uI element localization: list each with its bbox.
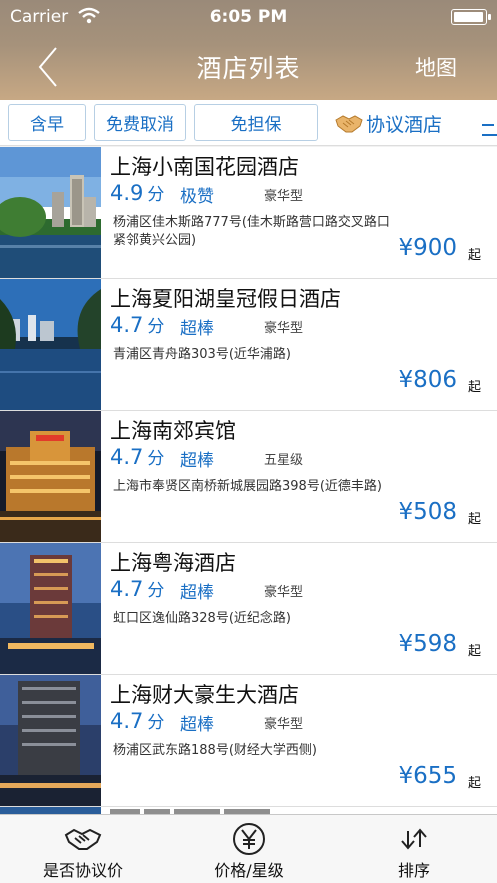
rating-label: 超棒 xyxy=(180,583,214,603)
yen-circle-icon xyxy=(233,823,265,855)
hotel-score: 4.7 分 xyxy=(110,576,164,601)
filter-no-guarantee-chip[interactable]: 免担保 xyxy=(194,104,318,141)
hotel-name: 上海小南国花园酒店 xyxy=(110,155,299,179)
agreement-hotel-tab[interactable]: 协议酒店 xyxy=(334,108,442,138)
hotel-photo xyxy=(0,147,101,278)
tab-sort[interactable]: 排序 xyxy=(331,815,497,883)
tab-agreement-price[interactable]: 是否协议价 xyxy=(0,815,166,883)
price-from-label: 起 xyxy=(467,248,481,263)
hotel-level: 豪华型 xyxy=(264,585,304,600)
score-unit: 分 xyxy=(147,581,165,601)
bottom-tab-bar: 是否协议价 价格/星级 排序 xyxy=(0,814,497,883)
map-button[interactable]: 地图 xyxy=(415,52,457,82)
hotel-price: ¥598 xyxy=(398,631,457,657)
hotel-photo xyxy=(0,279,101,410)
hotel-row[interactable]: 上海夏阳湖皇冠假日酒店 4.7 分 超棒 豪华型 青浦区青舟路303号(近华浦路)… xyxy=(0,279,497,411)
score-value: 4.9 xyxy=(110,181,144,205)
score-value: 4.7 xyxy=(110,445,144,469)
sort-arrows-icon xyxy=(401,828,427,850)
hotel-list: 上海小南国花园酒店 4.9 分 极赞 豪华型 杨浦区佳木斯路777号(佳木斯路营口… xyxy=(0,147,497,814)
hotel-name: 上海财大豪生大酒店 xyxy=(110,683,299,707)
hotel-level: 五星级 xyxy=(264,453,304,468)
hotel-address: 青浦区青舟路303号(近华浦路) xyxy=(113,347,291,362)
score-unit: 分 xyxy=(147,317,165,337)
hotel-row[interactable]: 上海小南国花园酒店 4.9 分 极赞 豪华型 杨浦区佳木斯路777号(佳木斯路营口… xyxy=(0,147,497,279)
hotel-photo xyxy=(0,411,101,542)
score-value: 4.7 xyxy=(110,313,144,337)
hotel-level: 豪华型 xyxy=(264,717,304,732)
hotel-name: 上海粤海酒店 xyxy=(110,551,236,575)
hotel-photo xyxy=(0,543,101,674)
tab-price-star[interactable]: 价格/星级 xyxy=(166,815,332,883)
hotel-address: 上海市奉贤区南桥新城展园路398号(近德丰路) xyxy=(113,479,382,494)
hotel-score: 4.7 分 xyxy=(110,444,164,469)
hotel-row-partial[interactable] xyxy=(0,807,497,814)
score-value: 4.7 xyxy=(110,577,144,601)
hotel-row[interactable]: 上海财大豪生大酒店 4.7 分 超棒 豪华型 杨浦区武东路188号(财经大学西侧)… xyxy=(0,675,497,807)
hotel-name: 上海夏阳湖皇冠假日酒店 xyxy=(110,287,341,311)
handshake-icon xyxy=(335,115,363,133)
score-value: 4.7 xyxy=(110,709,144,733)
tab-label: 是否协议价 xyxy=(42,861,123,880)
price-from-label: 起 xyxy=(467,512,481,527)
more-filter-peek[interactable] xyxy=(482,112,497,136)
rating-label: 极赞 xyxy=(180,187,214,207)
hotel-score: 4.7 分 xyxy=(110,312,164,337)
hotel-score: 4.7 分 xyxy=(110,708,164,733)
filter-breakfast-chip[interactable]: 含早 xyxy=(8,104,86,141)
hotel-level: 豪华型 xyxy=(264,321,304,336)
hotel-price: ¥900 xyxy=(398,235,457,261)
hotel-price: ¥655 xyxy=(398,763,457,789)
tab-label: 排序 xyxy=(397,861,430,880)
hotel-price: ¥806 xyxy=(398,367,457,393)
filter-free-cancel-chip[interactable]: 免费取消 xyxy=(94,104,186,141)
price-from-label: 起 xyxy=(467,644,481,659)
status-bar: Carrier 6:05 PM xyxy=(0,0,497,34)
rating-label: 超棒 xyxy=(180,451,214,471)
score-unit: 分 xyxy=(147,185,165,205)
hotel-score: 4.9 分 xyxy=(110,180,164,205)
hotel-address: 杨浦区武东路188号(财经大学西侧) xyxy=(113,743,317,758)
score-unit: 分 xyxy=(147,449,165,469)
handshake-icon xyxy=(64,828,102,850)
price-from-label: 起 xyxy=(467,380,481,395)
hotel-photo xyxy=(0,675,101,806)
hotel-row[interactable]: 上海南郊宾馆 4.7 分 超棒 五星级 上海市奉贤区南桥新城展园路398号(近德丰… xyxy=(0,411,497,543)
hotel-row[interactable]: 上海粤海酒店 4.7 分 超棒 豪华型 虹口区逸仙路328号(近纪念路) ¥598… xyxy=(0,543,497,675)
rating-label: 超棒 xyxy=(180,715,214,735)
tab-label: 价格/星级 xyxy=(214,861,284,880)
clock-label: 6:05 PM xyxy=(209,7,288,27)
score-unit: 分 xyxy=(147,713,165,733)
hotel-price: ¥508 xyxy=(398,499,457,525)
rating-label: 超棒 xyxy=(180,319,214,339)
hotel-level: 豪华型 xyxy=(264,189,304,204)
navigation-header: Carrier 6:05 PM 酒店列表 地图 xyxy=(0,0,497,100)
battery-icon xyxy=(451,9,491,25)
hotel-photo xyxy=(0,807,101,814)
agreement-hotel-label: 协议酒店 xyxy=(366,113,443,136)
hotel-name: 上海南郊宾馆 xyxy=(110,419,236,443)
filter-bar: 含早 免费取消 免担保 协议酒店 xyxy=(0,100,497,146)
hotel-address: 虹口区逸仙路328号(近纪念路) xyxy=(113,611,291,626)
price-from-label: 起 xyxy=(467,776,481,791)
hotel-address: 杨浦区佳木斯路777号(佳木斯路营口路交叉路口 紧邻黄兴公园) xyxy=(113,215,390,248)
